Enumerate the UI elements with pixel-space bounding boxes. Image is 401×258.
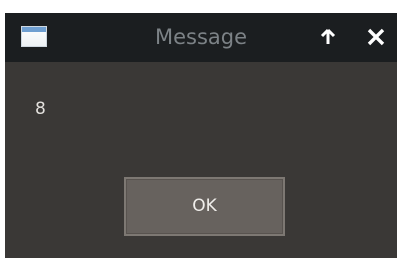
ok-button[interactable]: OK xyxy=(124,177,285,236)
close-icon xyxy=(367,28,385,46)
close-button[interactable] xyxy=(364,25,388,49)
message-dialog-window: Message 8 OK xyxy=(5,13,397,258)
title-bar[interactable]: Message xyxy=(5,13,397,62)
message-text: 8 xyxy=(35,99,46,119)
keep-above-button[interactable] xyxy=(316,25,340,49)
dialog-body: 8 OK xyxy=(5,62,397,258)
arrow-up-icon xyxy=(320,28,336,44)
